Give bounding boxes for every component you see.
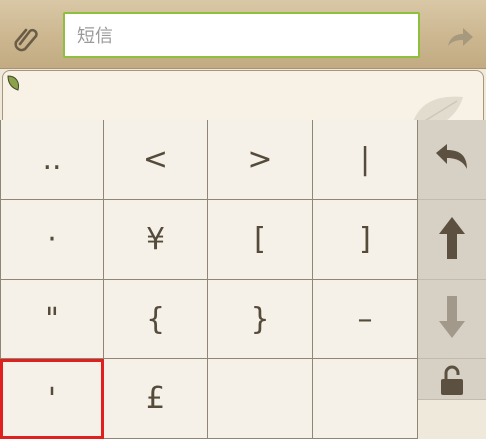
message-input[interactable]: 短信 (63, 12, 420, 58)
key[interactable]: · (0, 200, 104, 280)
compose-bar: 短信 (0, 0, 486, 69)
key[interactable]: .. (0, 120, 104, 200)
side-keys (418, 120, 486, 400)
lock-toggle-button[interactable] (418, 359, 486, 400)
leaf-icon (6, 74, 22, 96)
symbol-keys: .. < > | · ¥ [ ] " { } – ' £ (0, 120, 418, 439)
key[interactable]: " (0, 280, 104, 359)
key[interactable]: £ (104, 359, 208, 439)
arrow-up-icon (438, 216, 466, 264)
message-placeholder: 短信 (77, 26, 113, 47)
key[interactable]: ¥ (104, 200, 208, 280)
arrow-down-icon (438, 295, 466, 343)
key[interactable]: > (208, 120, 313, 200)
key[interactable]: ] (313, 200, 418, 280)
symbol-keyboard: .. < > | · ¥ [ ] " { } – ' £ (0, 120, 486, 439)
key[interactable]: < (104, 120, 208, 200)
key[interactable] (313, 359, 418, 439)
key[interactable]: { (104, 280, 208, 359)
key[interactable] (208, 359, 313, 439)
key[interactable]: | (313, 120, 418, 200)
key-selected[interactable]: ' (0, 359, 104, 439)
key[interactable]: [ (208, 200, 313, 280)
cursor-down-button[interactable] (418, 280, 486, 359)
key[interactable]: – (313, 280, 418, 359)
key[interactable]: } (208, 280, 313, 359)
paperclip-icon[interactable] (10, 22, 42, 54)
send-arrow-icon[interactable] (443, 23, 477, 53)
cursor-up-button[interactable] (418, 200, 486, 280)
undo-arrow-icon (434, 143, 470, 177)
unlock-icon (437, 365, 467, 399)
undo-button[interactable] (418, 120, 486, 200)
